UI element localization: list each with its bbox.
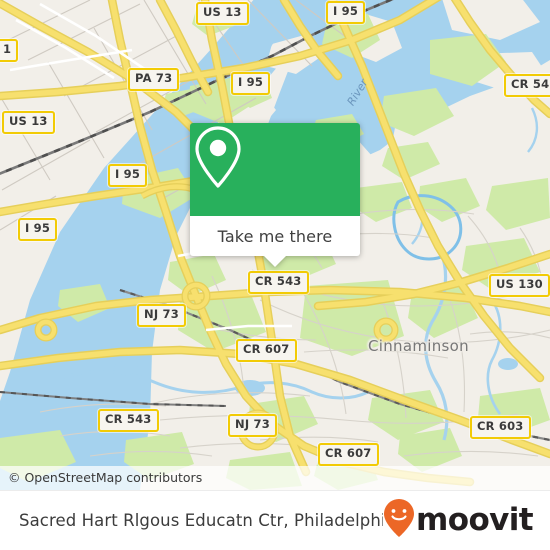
road-shield[interactable]: CR 543 [504, 74, 550, 97]
popup-action-bar[interactable]: Take me there [190, 216, 360, 267]
road-shield[interactable]: I 95 [108, 164, 148, 187]
road-shield[interactable]: US 130 [489, 274, 550, 297]
moovit-wordmark: moovit [416, 502, 534, 538]
road-shield[interactable]: CR 603 [470, 416, 531, 439]
road-shield[interactable]: US 13 [196, 2, 249, 25]
popup-pin-area [190, 123, 360, 216]
osm-attribution[interactable]: © OpenStreetMap contributors [0, 466, 550, 490]
moovit-pin-smile-icon [383, 498, 415, 543]
road-shield[interactable]: NJ 73 [228, 414, 277, 437]
footer-bar: Sacred Hart Rlgous Educatn Ctr, Philadel… [0, 490, 550, 550]
road-shield[interactable]: CR 543 [248, 271, 309, 294]
place-label-cinnaminson: Cinnaminson [368, 337, 469, 355]
popup-tail-pointer [264, 256, 286, 267]
map-canvas[interactable]: River Cinnaminson 1 US 13 I 95 PA 73 I 9… [0, 0, 550, 490]
moovit-brand[interactable]: moovit [383, 498, 534, 543]
road-shield[interactable]: CR 607 [236, 339, 297, 362]
road-shield[interactable]: US 13 [2, 111, 55, 134]
road-shield[interactable]: PA 73 [128, 68, 180, 91]
road-shield[interactable]: I 95 [231, 72, 271, 95]
place-title: Sacred Hart Rlgous Educatn Ctr, Philadel… [19, 511, 384, 530]
road-shield[interactable]: CR 607 [318, 443, 379, 466]
road-shield[interactable]: 1 [0, 39, 19, 62]
road-shield[interactable]: CR 543 [98, 409, 159, 432]
road-shield[interactable]: I 95 [326, 1, 366, 24]
road-shield[interactable]: I 95 [18, 218, 58, 241]
map-screenshot: River Cinnaminson 1 US 13 I 95 PA 73 I 9… [0, 0, 550, 550]
map-popup-card[interactable]: Take me there [190, 123, 360, 267]
take-me-there-label[interactable]: Take me there [218, 227, 333, 246]
road-shield[interactable]: NJ 73 [137, 304, 186, 327]
